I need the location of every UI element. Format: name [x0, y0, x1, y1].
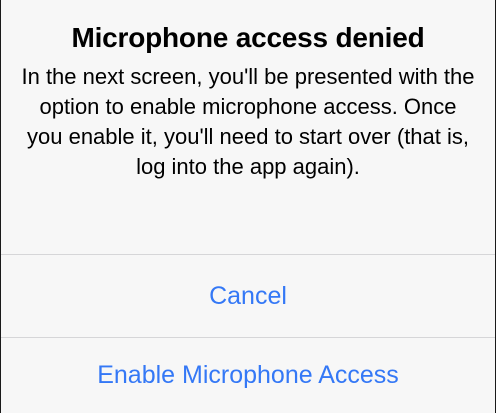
- alert-content: Microphone access denied In the next scr…: [1, 0, 495, 254]
- enable-microphone-access-button[interactable]: Enable Microphone Access: [1, 338, 495, 413]
- cancel-button[interactable]: Cancel: [1, 255, 495, 337]
- alert-dialog: Microphone access denied In the next scr…: [0, 0, 496, 413]
- alert-title: Microphone access denied: [71, 22, 425, 53]
- alert-message: In the next screen, you'll be presented …: [21, 64, 475, 179]
